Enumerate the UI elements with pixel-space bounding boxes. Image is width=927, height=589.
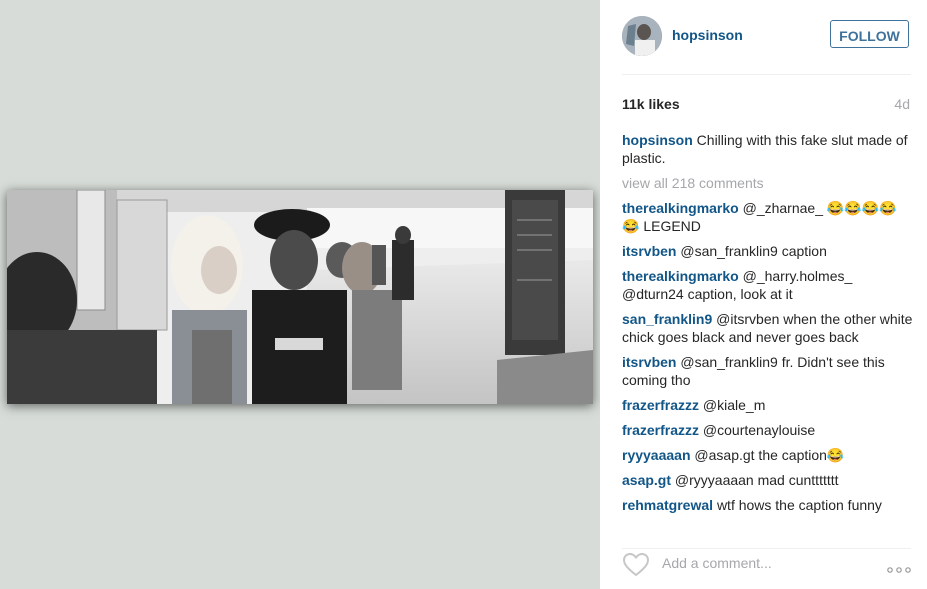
avatar-image (622, 16, 662, 56)
comment-item: frazerfrazzz @kiale_m (622, 396, 914, 414)
comment-item: ryyyaaaan @asap.gt the caption😂 (622, 446, 914, 464)
comment-username[interactable]: therealkingmarko (622, 200, 739, 216)
more-options-icon[interactable] (887, 561, 911, 573)
comment-item: asap.gt @ryyyaaaan mad cunttttttt (622, 471, 914, 489)
comment-footer: Add a comment... (622, 548, 911, 581)
comment-item: frazerfrazzz @courtenaylouise (622, 421, 914, 439)
comment-item: rehmatgrewal wtf hows the caption funny (622, 496, 914, 514)
comment-username[interactable]: itsrvben (622, 354, 676, 370)
comment-username[interactable]: ryyyaaaan (622, 447, 691, 463)
comment-username[interactable]: rehmatgrewal (622, 497, 713, 513)
comment-item: itsrvben @san_franklin9 caption (622, 242, 914, 260)
caption: hopsinson Chilling with this fake slut m… (622, 131, 914, 167)
comment-username[interactable]: therealkingmarko (622, 268, 739, 284)
comment-item: itsrvben @san_franklin9 fr. Didn't see t… (622, 353, 914, 389)
post-age: 4d (894, 96, 910, 112)
comment-item: therealkingmarko @_zharnae_ 😂😂😂😂😂 LEGEND (622, 199, 914, 235)
comment-username[interactable]: itsrvben (622, 243, 676, 259)
comments-list[interactable]: hopsinson Chilling with this fake slut m… (622, 131, 914, 528)
post-sidebar: hopsinson FOLLOW 11k likes 4d hopsinson … (600, 0, 927, 589)
comment-username[interactable]: san_franklin9 (622, 311, 712, 327)
media-pane (0, 0, 600, 589)
comment-username[interactable]: frazerfrazzz (622, 397, 699, 413)
post-photo[interactable] (7, 190, 593, 404)
follow-button[interactable]: FOLLOW (830, 20, 909, 48)
comment-username[interactable]: frazerfrazzz (622, 422, 699, 438)
post-header: hopsinson FOLLOW (622, 14, 911, 75)
comment-text: @san_franklin9 caption (680, 243, 827, 259)
avatar[interactable] (622, 16, 662, 56)
post-username[interactable]: hopsinson (672, 27, 743, 43)
likes-count[interactable]: 11k likes (622, 96, 680, 112)
comment-item: san_franklin9 @itsrvben when the other w… (622, 310, 914, 346)
comment-item: therealkingmarko @_harry.holmes_ @dturn2… (622, 267, 914, 303)
add-comment-input[interactable]: Add a comment... (662, 555, 772, 571)
comment-text: @courtenaylouise (702, 422, 816, 438)
comment-text: @kiale_m (702, 397, 766, 413)
photo-illustration (7, 190, 593, 404)
caption-username[interactable]: hopsinson (622, 132, 693, 148)
comment-text: @asap.gt the caption😂 (694, 447, 845, 463)
comment-text: wtf hows the caption funny (716, 497, 882, 513)
view-all-comments-link[interactable]: view all 218 comments (622, 174, 914, 192)
comment-username[interactable]: asap.gt (622, 472, 671, 488)
comment-text: @ryyyaaaan mad cunttttttt (674, 472, 839, 488)
heart-icon[interactable] (622, 552, 650, 578)
